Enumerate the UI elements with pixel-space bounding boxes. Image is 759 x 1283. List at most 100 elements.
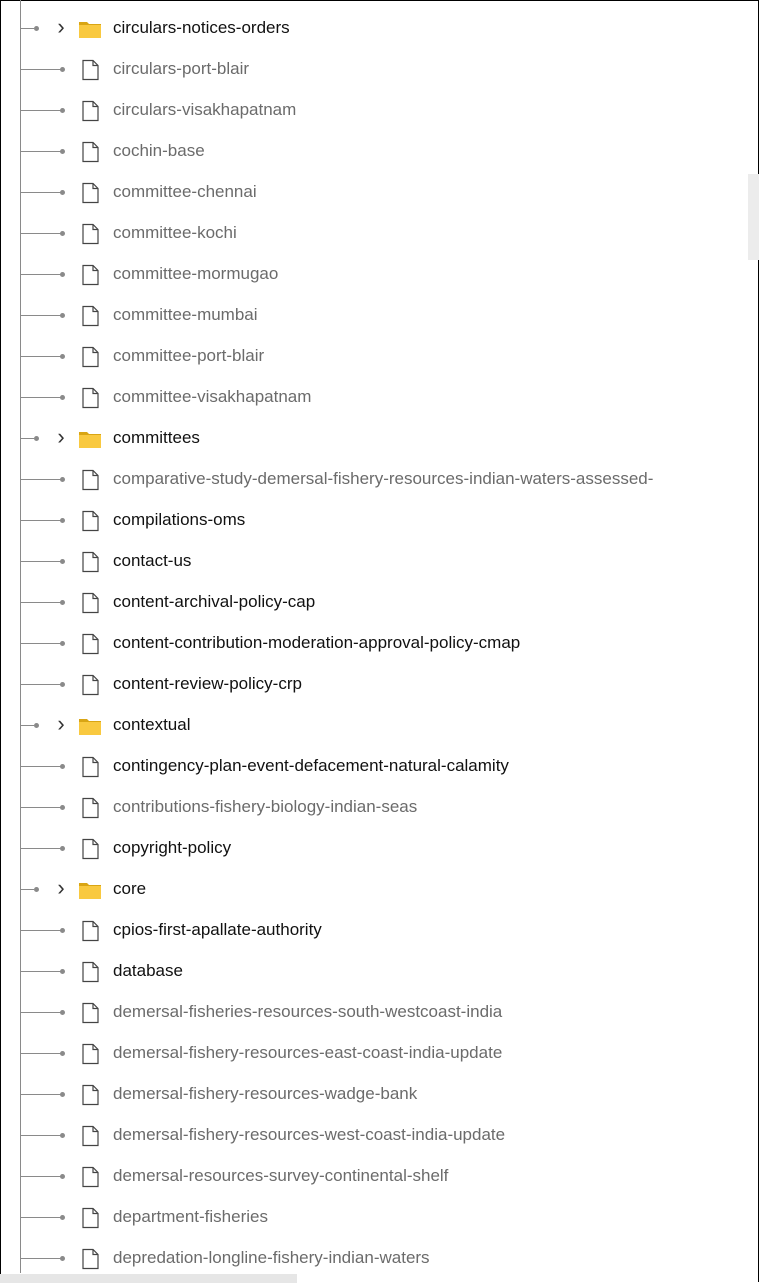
tree-file-row[interactable]: comparative-study-demersal-fishery-resou… — [0, 459, 759, 500]
tree-node-dot — [60, 1174, 65, 1179]
tree-item-label: committee-chennai — [113, 182, 257, 201]
file-icon — [78, 1125, 102, 1147]
chevron-right-icon[interactable]: › — [54, 877, 68, 899]
tree-node-dot — [60, 1215, 65, 1220]
tree-node-dot — [60, 477, 65, 482]
tree-file-row[interactable]: circulars-port-blair — [0, 49, 759, 90]
tree-file-row[interactable]: database — [0, 951, 759, 992]
tree-file-row[interactable]: committee-chennai — [0, 172, 759, 213]
tree-item-label: committee-visakhapatnam — [113, 387, 312, 406]
tree-file-row[interactable]: content-review-policy-crp — [0, 664, 759, 705]
tree-item-label: committee-port-blair — [113, 346, 265, 365]
tree-item-label: contact-us — [113, 551, 192, 570]
tree-file-row[interactable]: depredation-longline-fishery-indian-wate… — [0, 1238, 759, 1279]
tree-branch-line — [20, 602, 61, 603]
file-icon — [78, 920, 102, 942]
tree-file-row[interactable]: compilations-oms — [0, 500, 759, 541]
file-icon — [78, 305, 102, 327]
tree-folder-row[interactable]: › committees — [0, 418, 759, 459]
tree-branch-line — [20, 684, 61, 685]
tree-node-dot — [60, 149, 65, 154]
tree-node-dot — [60, 190, 65, 195]
tree-item-label: contextual — [113, 715, 191, 734]
tree-file-row[interactable]: demersal-resources-survey-continental-sh… — [0, 1156, 759, 1197]
tree-file-row[interactable]: contributions-fishery-biology-indian-sea… — [0, 787, 759, 828]
tree-node-dot — [60, 764, 65, 769]
tree-file-row[interactable]: committee-mormugao — [0, 254, 759, 295]
tree-item-label: comparative-study-demersal-fishery-resou… — [113, 469, 654, 488]
file-icon — [78, 1166, 102, 1188]
tree-branch-line — [20, 192, 61, 193]
tree-branch-line — [20, 356, 61, 357]
tree-node-dot — [60, 559, 65, 564]
tree-folder-row[interactable]: › core — [0, 869, 759, 910]
tree-file-row[interactable]: committee-mumbai — [0, 295, 759, 336]
tree-item-label: committee-kochi — [113, 223, 237, 242]
tree-node-dot — [60, 354, 65, 359]
tree-node-dot — [34, 436, 39, 441]
tree-branch-line — [20, 1012, 61, 1013]
tree-node-dot — [60, 928, 65, 933]
tree-branch-line — [20, 1094, 61, 1095]
file-icon — [78, 1002, 102, 1024]
tree-folder-row[interactable]: › circulars-notices-orders — [0, 8, 759, 49]
tree-file-row[interactable]: demersal-fishery-resources-west-coast-in… — [0, 1115, 759, 1156]
file-icon — [78, 838, 102, 860]
tree-file-row[interactable]: department-fisheries — [0, 1197, 759, 1238]
horizontal-scrollbar-thumb[interactable] — [0, 1274, 297, 1283]
tree-item-label: department-fisheries — [113, 1207, 268, 1226]
tree-file-row[interactable]: copyright-policy — [0, 828, 759, 869]
file-icon — [78, 346, 102, 368]
tree-branch-line — [20, 520, 61, 521]
tree-item-label: contributions-fishery-biology-indian-sea… — [113, 797, 418, 816]
tree-node-dot — [60, 67, 65, 72]
tree-branch-line — [20, 479, 61, 480]
tree-node-dot — [60, 313, 65, 318]
chevron-right-icon[interactable]: › — [54, 713, 68, 735]
tree-file-row[interactable]: committee-kochi — [0, 213, 759, 254]
tree-node-dot — [60, 518, 65, 523]
folder-icon — [78, 18, 102, 40]
tree-file-row[interactable]: content-archival-policy-cap — [0, 582, 759, 623]
tree-file-row[interactable]: contingency-plan-event-defacement-natura… — [0, 746, 759, 787]
tree-node-dot — [60, 682, 65, 687]
file-icon — [78, 510, 102, 532]
file-icon — [78, 756, 102, 778]
tree-item-label: demersal-fisheries-resources-south-westc… — [113, 1002, 503, 1021]
tree-item-label: committee-mormugao — [113, 264, 279, 283]
tree-file-row[interactable]: cochin-base — [0, 131, 759, 172]
tree-branch-line — [20, 889, 34, 890]
tree-file-row[interactable]: content-contribution-moderation-approval… — [0, 623, 759, 664]
tree-file-row[interactable]: demersal-fishery-resources-wadge-bank — [0, 1074, 759, 1115]
tree-file-row[interactable]: circulars-visakhapatnam — [0, 90, 759, 131]
chevron-right-icon[interactable]: › — [54, 16, 68, 38]
file-icon — [78, 633, 102, 655]
vertical-scrollbar-thumb[interactable] — [748, 174, 759, 260]
tree-node-dot — [60, 1092, 65, 1097]
tree-branch-line — [20, 561, 61, 562]
tree-item-label: circulars-notices-orders — [113, 18, 290, 37]
tree-branch-line — [20, 643, 61, 644]
tree-folder-row[interactable]: › contextual — [0, 705, 759, 746]
tree-file-row[interactable]: committee-visakhapatnam — [0, 377, 759, 418]
file-icon — [78, 551, 102, 573]
tree-node-dot — [60, 1051, 65, 1056]
tree-branch-line — [20, 807, 61, 808]
file-icon — [78, 1248, 102, 1270]
file-icon — [78, 797, 102, 819]
file-icon — [78, 100, 102, 122]
file-icon — [78, 182, 102, 204]
tree-item-label: content-review-policy-crp — [113, 674, 302, 693]
file-icon — [78, 469, 102, 491]
chevron-right-icon[interactable]: › — [54, 426, 68, 448]
tree-file-row[interactable]: cpios-first-apallate-authority — [0, 910, 759, 951]
tree-branch-line — [20, 930, 61, 931]
tree-item-label: core — [113, 879, 147, 898]
file-icon — [78, 674, 102, 696]
tree-file-row[interactable]: contact-us — [0, 541, 759, 582]
tree-file-row[interactable]: demersal-fishery-resources-east-coast-in… — [0, 1033, 759, 1074]
tree-branch-line — [20, 233, 61, 234]
tree-file-row[interactable]: committee-port-blair — [0, 336, 759, 377]
tree-file-row[interactable]: demersal-fisheries-resources-south-westc… — [0, 992, 759, 1033]
tree-item-label: cochin-base — [113, 141, 205, 160]
